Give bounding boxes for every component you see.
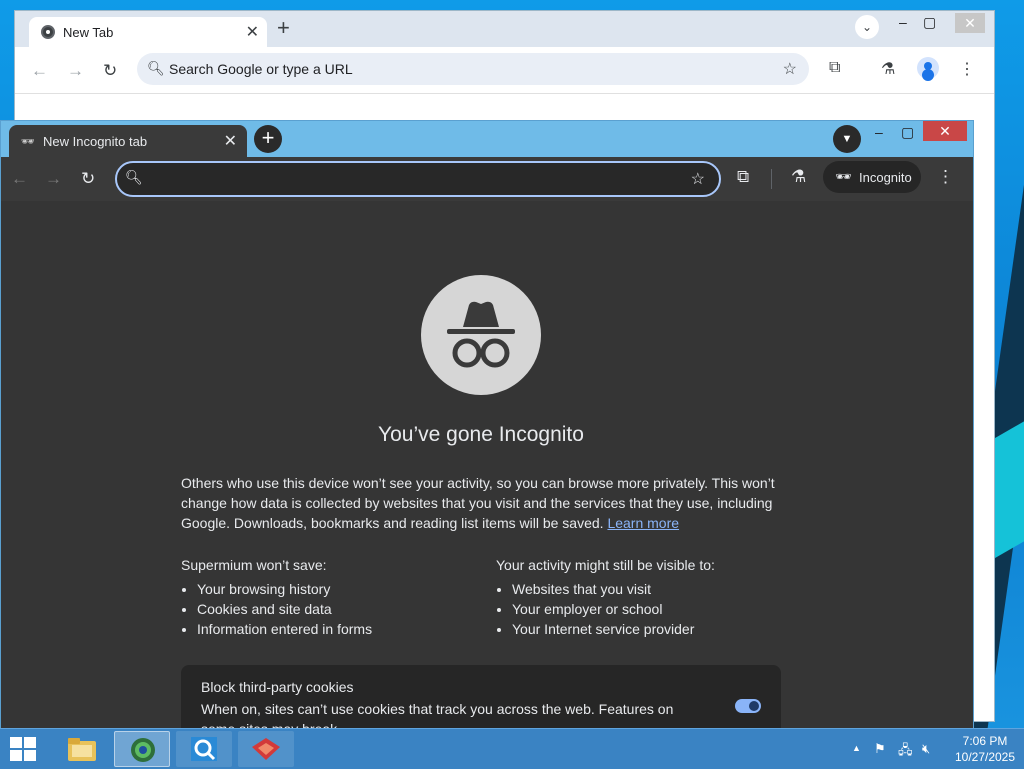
windows-logo-icon	[24, 750, 36, 761]
search-icon: 🔍︎	[147, 60, 165, 76]
minimize-button[interactable]: –	[875, 124, 883, 140]
cookie-card-title: Block third-party cookies	[201, 679, 354, 695]
start-button[interactable]	[6, 735, 40, 763]
third-party-cookies-card: Block third-party cookies When on, sites…	[181, 665, 781, 730]
background-tabstrip: New Tab ✕ + ⌄ – ▢ ✕	[15, 11, 994, 47]
list-item: Your employer or school	[512, 599, 694, 619]
show-hidden-icons-icon[interactable]: ▲	[852, 743, 861, 753]
forward-arrow-icon[interactable]: →	[45, 169, 62, 189]
address-bar[interactable]: 🔍︎ ☆	[115, 161, 721, 197]
windows-logo-icon	[24, 737, 36, 748]
back-arrow-icon[interactable]: ←	[31, 61, 48, 81]
minimize-button[interactable]: –	[899, 14, 907, 30]
tab-title: New Incognito tab	[43, 134, 148, 149]
incognito-intro: Others who use this device won’t see you…	[181, 473, 781, 533]
bookmark-star-icon[interactable]: ☆	[783, 59, 797, 79]
taskbar-search-tool[interactable]	[176, 731, 232, 767]
list-item: Your Internet service provider	[512, 619, 694, 639]
labs-flask-icon[interactable]: ⚗	[881, 59, 895, 79]
extensions-icon[interactable]: ⧉	[829, 59, 840, 77]
menu-kebab-icon[interactable]: ⋮	[937, 167, 954, 187]
incognito-badge-label: Incognito	[859, 170, 912, 185]
intro-text: Others who use this device won’t see you…	[181, 475, 775, 531]
maximize-button[interactable]: ▢	[901, 124, 914, 141]
new-tab-button[interactable]: +	[277, 17, 290, 39]
tab-title: New Tab	[63, 25, 114, 40]
labs-flask-icon[interactable]: ⚗	[791, 167, 806, 187]
reload-icon[interactable]: ↻	[81, 169, 95, 189]
menu-kebab-icon[interactable]: ⋮	[959, 59, 975, 79]
desktop-wallpaper-accent	[994, 421, 1024, 559]
background-toolbar: ← → ↻ 🔍︎ Search Google or type a URL ☆ ⧉…	[15, 47, 994, 94]
browser-icon	[131, 738, 155, 762]
clock-date[interactable]: 10/27/2025	[950, 750, 1020, 764]
file-explorer-icon	[68, 738, 96, 761]
search-icon: 🔍︎	[125, 169, 143, 185]
taskbar-file-explorer[interactable]	[54, 731, 110, 767]
search-tool-icon	[191, 737, 217, 761]
forward-arrow-icon[interactable]: →	[67, 61, 84, 81]
tab-new-incognito[interactable]: 🕶︎ New Incognito tab ✕	[9, 125, 247, 157]
toolbar-divider	[771, 169, 772, 189]
tab-close-icon[interactable]: ✕	[224, 131, 237, 151]
incognito-hero-icon	[421, 275, 541, 395]
incognito-tabstrip: 🕶︎ New Incognito tab ✕ + ▼ – ▢ ✕	[1, 121, 973, 157]
taskbar: ▲ ⚑ 🖧︎ 🔇︎ 7:06 PM 10/27/2025	[0, 728, 1024, 769]
list-item: Cookies and site data	[197, 599, 372, 619]
extensions-icon[interactable]: ⧉	[737, 167, 749, 187]
wont-save-heading: Supermium won’t save:	[181, 557, 327, 573]
action-center-flag-icon[interactable]: ⚑	[874, 741, 886, 757]
bookmark-star-icon[interactable]: ☆	[691, 169, 705, 189]
incognito-toolbar: ← → ↻ 🔍︎ ☆ ⧉ ⚗ 🕶︎ Incognito ⋮	[1, 157, 973, 202]
incognito-icon: 🕶︎	[835, 169, 852, 184]
back-arrow-icon[interactable]: ←	[11, 169, 28, 189]
taskbar-app[interactable]	[238, 731, 294, 767]
close-window-button[interactable]: ✕	[955, 13, 985, 33]
app-icon	[252, 738, 280, 760]
incognito-browser-window[interactable]: 🕶︎ New Incognito tab ✕ + ▼ – ▢ ✕ ← → ↻ 🔍…	[0, 120, 974, 730]
list-item: Information entered in forms	[197, 619, 372, 639]
tab-close-icon[interactable]: ✕	[246, 22, 259, 42]
block-cookies-toggle[interactable]	[735, 699, 761, 713]
incognito-profile-button[interactable]: 🕶︎ Incognito	[823, 161, 921, 193]
might-be-visible-heading: Your activity might still be visible to:	[496, 557, 715, 573]
address-bar[interactable]: 🔍︎ Search Google or type a URL ☆	[137, 53, 809, 85]
network-icon[interactable]: 🖧︎	[898, 741, 913, 763]
new-tab-button[interactable]: +	[254, 125, 282, 153]
cookie-card-description: When on, sites can’t use cookies that tr…	[201, 701, 674, 730]
browser-icon	[41, 25, 55, 39]
learn-more-link[interactable]: Learn more	[607, 515, 679, 531]
tab-search-dropdown-icon[interactable]: ⌄	[855, 15, 879, 39]
windows-logo-icon	[10, 750, 22, 761]
page-heading: You’ve gone Incognito	[378, 423, 584, 446]
reload-icon[interactable]: ↻	[103, 61, 117, 81]
incognito-icon: 🕶︎	[21, 136, 35, 148]
windows-logo-icon	[10, 737, 22, 748]
incognito-new-tab-page: You’ve gone Incognito Others who use thi…	[1, 201, 973, 729]
clock-time[interactable]: 7:06 PM	[950, 734, 1020, 748]
tab-new-tab[interactable]: New Tab ✕	[29, 17, 267, 47]
volume-muted-icon[interactable]: 🔇︎	[922, 741, 930, 757]
maximize-button[interactable]: ▢	[923, 14, 936, 31]
profile-avatar-icon[interactable]	[917, 57, 939, 79]
close-window-button[interactable]: ✕	[923, 121, 967, 141]
list-item: Your browsing history	[197, 579, 372, 599]
wont-save-list: Your browsing history Cookies and site d…	[181, 579, 372, 639]
might-be-visible-list: Websites that you visit Your employer or…	[496, 579, 694, 639]
taskbar-browser[interactable]	[114, 731, 170, 767]
address-bar-placeholder: Search Google or type a URL	[169, 61, 353, 77]
tab-search-dropdown-icon[interactable]: ▼	[833, 125, 861, 153]
list-item: Websites that you visit	[512, 579, 694, 599]
